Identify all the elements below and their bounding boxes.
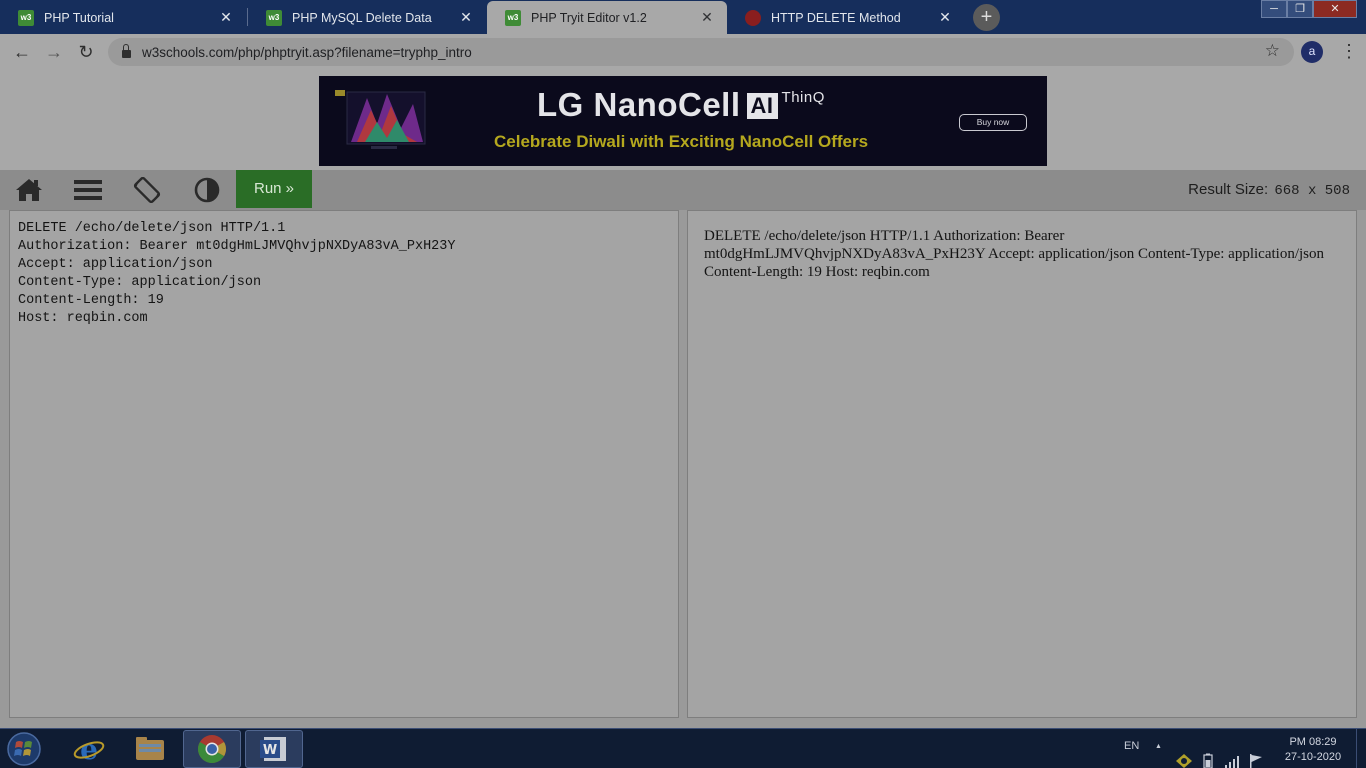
chrome-icon [198,735,226,763]
tab-title: PHP MySQL Delete Data [292,10,432,25]
close-icon[interactable]: ✕ [218,9,234,26]
new-tab-button[interactable]: + [973,4,1000,31]
page-header: LG NanoCell AI ThinQ Celebrate Diwali with… [0,70,1366,170]
language-indicator[interactable]: EN [1124,740,1139,768]
windows-start-icon[interactable] [4,730,44,768]
w3schools-icon: w3 [505,9,521,26]
run-button[interactable]: Run » [236,170,312,208]
tab-strip: w3 PHP Tutorial ✕ w3 PHP MySQL Delete Da… [0,0,1366,34]
word-icon: W [260,737,286,761]
show-desktop-button[interactable] [1356,729,1366,768]
close-icon[interactable]: ✕ [937,9,953,26]
tab-title: PHP Tryit Editor v1.2 [531,10,647,25]
action-center-flag-icon[interactable] [1248,741,1264,768]
windows-taskbar: e W EN ▲ PM 08:29 27-10-2020 [0,728,1366,768]
taskbar-internet-explorer[interactable]: e [60,730,118,768]
ad-banner[interactable]: LG NanoCell AI ThinQ Celebrate Diwali with… [319,76,1047,166]
tab-php-tutorial[interactable]: w3 PHP Tutorial ✕ [0,1,246,34]
taskbar-file-explorer[interactable] [121,730,179,768]
back-button[interactable]: ← [10,40,34,64]
network-signal-icon[interactable] [1224,741,1240,768]
tab-php-mysql-delete-data[interactable]: w3 PHP MySQL Delete Data ✕ [248,1,486,34]
result-size-value: 668 x 508 [1274,183,1350,199]
w3schools-icon: w3 [18,9,34,26]
ad-tagline: Celebrate Diwali with Exciting NanoCell … [494,132,869,151]
result-text: DELETE /echo/delete/json HTTP/1.1 Author… [704,228,1324,280]
lock-icon[interactable] [122,44,131,58]
address-url[interactable]: w3schools.com/php/phptryit.asp?filename=… [142,45,472,60]
close-icon[interactable]: ✕ [458,9,474,26]
ad-brand: LG NanoCell AI ThinQ [537,86,825,124]
browser-toolbar: ← → ↻ w3schools.com/php/phptryit.asp?fil… [0,34,1366,70]
ad-brand-name: LG NanoCell [537,86,741,123]
rotate-orientation-icon[interactable] [133,177,161,203]
tab-php-tryit-editor[interactable]: w3 PHP Tryit Editor v1.2 ✕ [487,1,727,34]
folder-icon [136,737,164,760]
profile-avatar[interactable]: a [1301,41,1323,63]
forward-button[interactable]: → [42,40,66,64]
ai-badge: AI [746,93,778,119]
browser-menu-icon[interactable]: ⋮ [1340,40,1358,64]
taskbar-clock[interactable]: PM 08:29 27-10-2020 [1278,735,1348,765]
reqbin-icon [745,9,761,26]
code-editor[interactable]: DELETE /echo/delete/json HTTP/1.1 Author… [9,210,679,718]
code-line: DELETE /echo/delete/json HTTP/1.1 [18,221,286,236]
svg-text:e: e [80,733,98,765]
thinq-label: ThinQ [781,89,825,106]
show-hidden-icons[interactable]: ▲ [1155,743,1162,768]
svg-text:W: W [263,743,277,758]
bookmark-star-icon[interactable]: ☆ [1265,41,1280,61]
window-controls: ─ ❐ ✕ [1261,0,1357,18]
minimize-button[interactable]: ─ [1261,0,1287,18]
window-close-button[interactable]: ✕ [1313,0,1357,18]
code-line: Content-Length: 19 [18,293,164,308]
address-bar[interactable]: w3schools.com/php/phptryit.asp?filename=… [108,38,1294,66]
battery-icon[interactable] [1202,741,1214,768]
code-line: Accept: application/json [18,257,213,272]
home-icon[interactable] [15,177,43,203]
buy-now-button[interactable]: Buy now [959,114,1027,131]
reload-button[interactable]: ↻ [74,40,98,64]
w3schools-icon: w3 [266,9,282,26]
security-icon[interactable] [1175,741,1193,768]
tab-http-delete-method[interactable]: HTTP DELETE Method ✕ [727,1,965,34]
tab-title: PHP Tutorial [44,10,114,25]
editor-toolbar: Run » Result Size: 668 x 508 [0,170,1366,210]
taskbar-word[interactable]: W [245,730,303,768]
result-size-label: Result Size: [1188,181,1269,198]
close-icon[interactable]: ✕ [699,9,715,26]
code-line: Host: reqbin.com [18,311,148,326]
tv-image [331,84,429,158]
internet-explorer-icon: e [73,733,105,765]
menu-icon[interactable] [74,177,102,203]
clock-time: PM 08:29 [1289,736,1337,748]
taskbar-chrome[interactable] [183,730,241,768]
clock-date: 27-10-2020 [1284,751,1342,763]
result-size: Result Size: 668 x 508 [1188,181,1350,199]
result-frame[interactable]: DELETE /echo/delete/json HTTP/1.1 Author… [687,210,1357,718]
contrast-icon[interactable] [193,177,221,203]
tab-title: HTTP DELETE Method [771,10,901,25]
maximize-button[interactable]: ❐ [1287,0,1313,18]
code-line: Content-Type: application/json [18,275,262,290]
code-line: Authorization: Bearer mt0dgHmLJMVQhvjpNX… [18,239,456,254]
